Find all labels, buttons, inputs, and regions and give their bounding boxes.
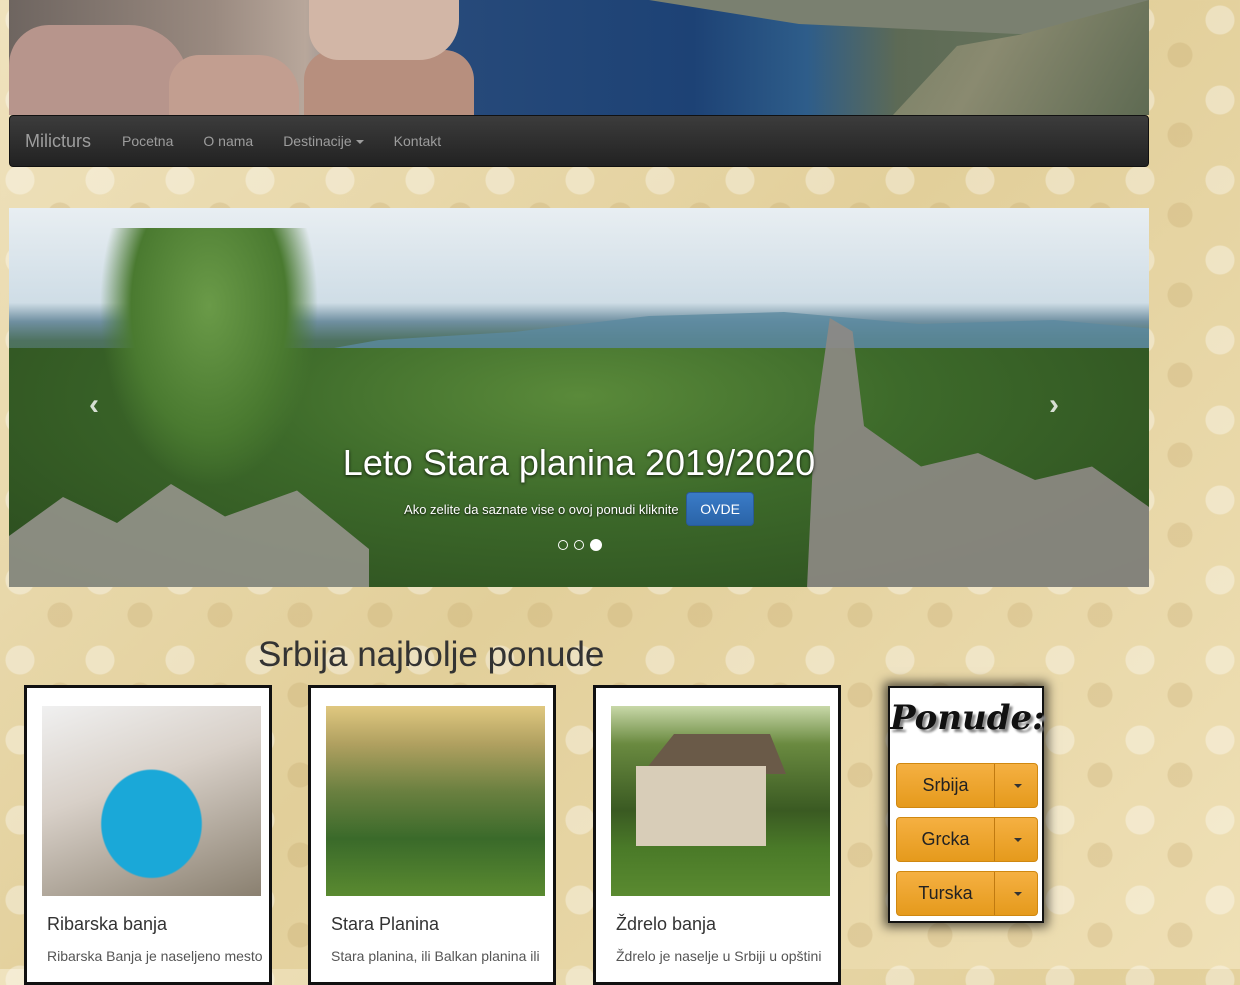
srbija-dropdown-toggle[interactable] [995, 764, 1037, 807]
carousel-prev-chevron-icon[interactable]: ‹ [89, 388, 99, 422]
grcka-split-button[interactable]: Grcka [896, 817, 1038, 862]
carousel-title: Leto Stara planina 2019/2020 [342, 442, 816, 483]
stara-planina-image[interactable] [326, 706, 545, 896]
carousel-indicator-1[interactable] [558, 540, 568, 550]
nav-item-kontakt[interactable]: Kontakt [379, 133, 456, 149]
carousel-indicators [558, 539, 602, 551]
card-text: Ribarska Banja je naseljeno mesto [47, 948, 263, 964]
turska-button-label[interactable]: Turska [897, 872, 995, 915]
offer-card-zdrelo-banja[interactable]: Ždrelo banja Ždrelo je naselje u Srbiji … [593, 685, 841, 985]
carousel-subtitle: Ako zelite da saznate vise o ovoj ponudi… [404, 502, 679, 517]
zdrelo-banja-image[interactable] [611, 706, 830, 896]
offer-card-ribarska-banja[interactable]: Ribarska banja Ribarska Banja je naselje… [24, 685, 272, 985]
ribarska-banja-image[interactable] [42, 706, 261, 896]
caret-down-icon [1014, 891, 1022, 896]
offers-side-panel: Ponude: Srbija Grcka Turska [888, 686, 1045, 923]
offer-card-stara-planina[interactable]: Stara Planina Stara planina, ili Balkan … [308, 685, 556, 985]
nav-item-pocetna[interactable]: Pocetna [107, 133, 188, 149]
srbija-split-button[interactable]: Srbija [896, 763, 1038, 808]
grcka-button-label[interactable]: Grcka [897, 818, 995, 861]
card-text: Stara planina, ili Balkan planina ili [331, 948, 540, 964]
side-panel-title: Ponude: [890, 698, 1045, 738]
srbija-button-label[interactable]: Srbija [897, 764, 995, 807]
carousel: ‹ › Leto Stara planina 2019/2020 Ako zel… [9, 208, 1149, 587]
nav-item-o-nama[interactable]: O nama [188, 133, 268, 149]
section-title: Srbija najbolje ponude [258, 635, 605, 674]
header-banner-image [9, 0, 1149, 115]
caret-down-icon [1014, 837, 1022, 842]
nav-item-destinacije-label: Destinacije [283, 133, 352, 149]
card-title[interactable]: Ribarska banja [47, 914, 167, 935]
card-title[interactable]: Ždrelo banja [616, 914, 716, 935]
carousel-next-chevron-icon[interactable]: › [1049, 388, 1059, 422]
card-title[interactable]: Stara Planina [331, 914, 439, 935]
carousel-indicator-3[interactable] [590, 539, 602, 551]
carousel-caption: Leto Stara planina 2019/2020 [9, 442, 1149, 484]
navbar: Milicturs Pocetna O nama Destinacije Kon… [9, 115, 1149, 167]
carousel-indicator-2[interactable] [574, 540, 584, 550]
grcka-dropdown-toggle[interactable] [995, 818, 1037, 861]
caret-down-icon [1014, 783, 1022, 788]
ovde-button[interactable]: OVDE [686, 492, 754, 526]
turska-dropdown-toggle[interactable] [995, 872, 1037, 915]
card-text: Ždrelo je naselje u Srbiji u opštini [616, 948, 822, 964]
brand-link[interactable]: Milicturs [10, 131, 106, 152]
turska-split-button[interactable]: Turska [896, 871, 1038, 916]
nav-item-destinacije-dropdown[interactable]: Destinacije [268, 133, 378, 149]
caret-down-icon [355, 140, 364, 145]
